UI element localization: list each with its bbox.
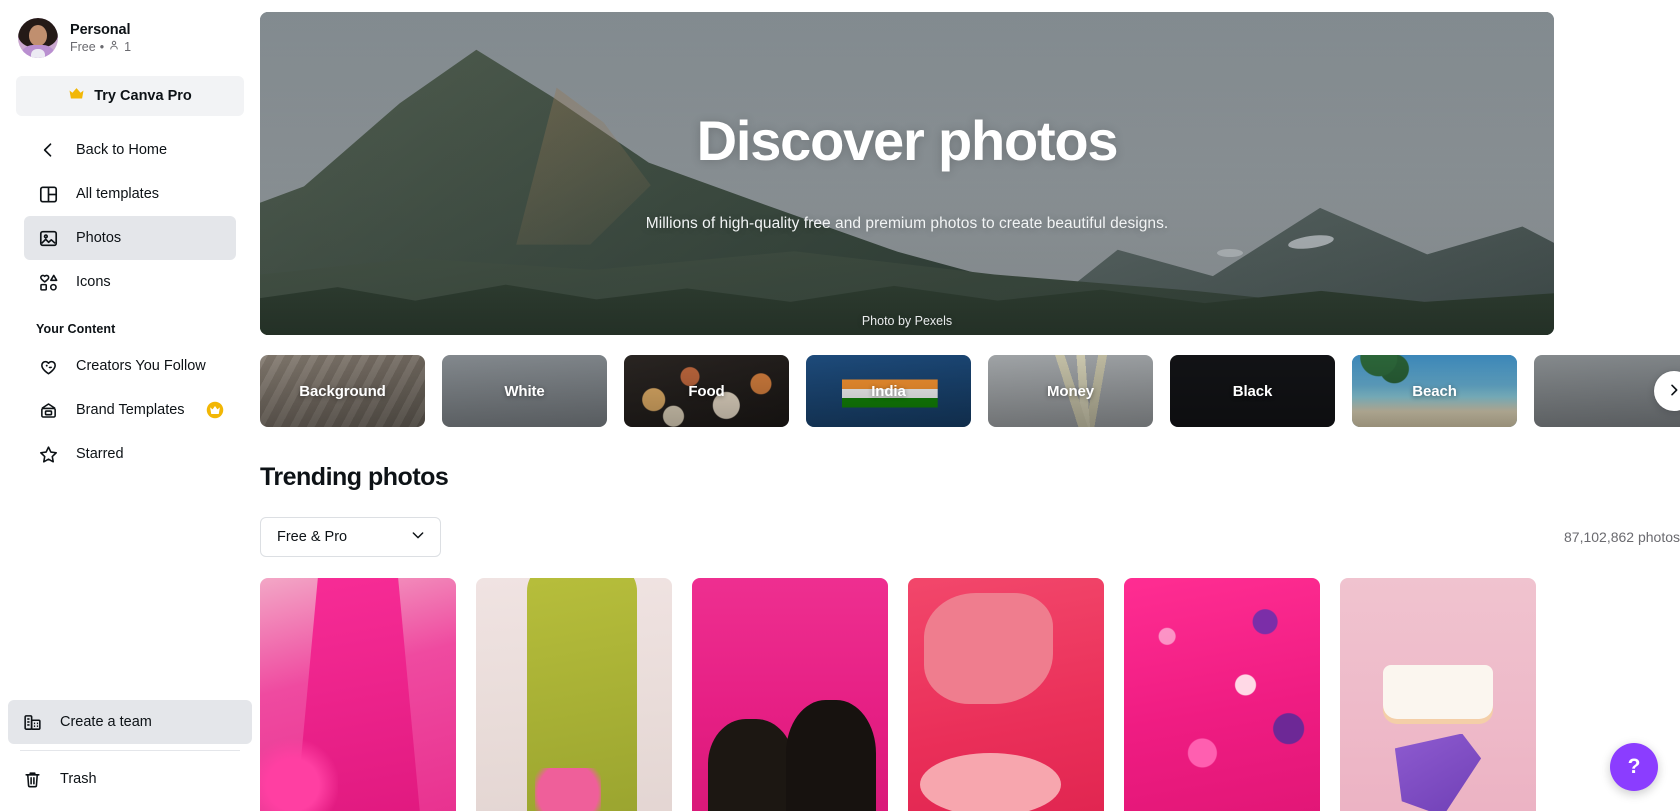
sidebar-item-all-templates[interactable]: All templates [24,172,236,216]
sidebar-label-all-templates: All templates [76,186,160,202]
account-plan: Free [70,39,96,54]
sidebar-label-photos: Photos [76,230,122,246]
hero-subtitle: Millions of high-quality free and premiu… [645,214,1169,232]
category-chips-carousel: Background White Food India Money Black … [260,355,1680,427]
sidebar-item-photos[interactable]: Photos [24,216,236,260]
sidebar-item-creators-you-follow[interactable]: Creators You Follow [24,344,236,388]
trending-photos-heading: Trending photos [260,463,449,491]
sidebar-bottom: Create a team Trash [0,700,260,811]
chip-label: Beach [1412,382,1457,400]
sidebar-label-create-a-team: Create a team [60,714,152,730]
sidebar-label-starred: Starred [76,446,124,462]
photo-thumbnail[interactable] [692,578,888,811]
try-canva-pro-label: Try Canva Pro [94,88,192,104]
heart-star-icon [36,354,60,378]
shapes-icon [36,270,60,294]
photo-icon [36,226,60,250]
sidebar-divider [20,750,240,751]
trash-icon [20,767,44,791]
photo-thumbnail[interactable] [1124,578,1320,811]
member-count: 1 [124,39,132,54]
license-filter-select[interactable]: Free & Pro [260,517,441,557]
account-subtitle: Free • 1 [70,39,131,54]
sidebar-item-icons[interactable]: Icons [24,260,236,304]
photo-thumbnail[interactable] [1340,578,1536,811]
members-icon [108,39,120,54]
category-chip-beach[interactable]: Beach [1352,355,1517,427]
canva-app-window: Personal Free • 1 Try Canva Pro Back to … [0,0,1680,811]
sidebar-label-creators-you-follow: Creators You Follow [76,358,206,374]
sidebar-item-create-a-team[interactable]: Create a team [8,700,252,744]
sidebar-item-brand-templates[interactable]: Brand Templates [24,388,236,432]
chip-label: Food [688,382,725,400]
category-chip-black[interactable]: Black [1170,355,1335,427]
page-title: Discover photos [696,109,1119,172]
photo-thumbnail[interactable] [908,578,1104,811]
category-chip-background[interactable]: Background [260,355,425,427]
try-canva-pro-button[interactable]: Try Canva Pro [16,76,244,116]
chip-label: Money [1046,382,1094,400]
main-content: Discover photos Millions of high-quality… [260,0,1680,811]
photo-thumbnail[interactable] [260,578,456,811]
your-content-heading: Your Content [36,322,116,336]
category-chip-white[interactable]: White [442,355,607,427]
sidebar: Personal Free • 1 Try Canva Pro Back to … [0,0,260,811]
crown-icon [68,87,85,105]
sidebar-label-brand-templates: Brand Templates [76,402,185,418]
hero-banner: Discover photos Millions of high-quality… [260,12,1554,335]
templates-icon [36,182,60,206]
category-chip-food[interactable]: Food [624,355,789,427]
chip-label: India [871,382,906,400]
chip-label: Black [1232,382,1273,400]
brand-icon [36,398,60,422]
photo-count: 87,102,862 photos [1564,529,1680,545]
account-separator: • [99,39,105,54]
sidebar-top: Personal Free • 1 Try Canva Pro Back to … [0,0,260,476]
star-icon [36,442,60,466]
category-chip-money[interactable]: Money [988,355,1153,427]
hero-photo-credit: Photo by Pexels [861,314,953,328]
help-button[interactable]: ? [1610,743,1658,791]
sidebar-item-back-to-home[interactable]: Back to Home [24,128,236,172]
chevron-left-icon [36,138,60,162]
chevron-right-icon [1666,382,1680,401]
content-scroll-area: Discover photos Millions of high-quality… [260,0,1680,811]
sidebar-item-starred[interactable]: Starred [24,432,236,476]
sidebar-label-icons: Icons [76,274,111,290]
avatar [18,18,58,58]
photo-grid [260,578,1680,811]
account-text: Personal Free • 1 [70,22,131,54]
account-switcher[interactable]: Personal Free • 1 [16,14,244,68]
crown-badge-icon [206,401,224,419]
sidebar-label-back-to-home: Back to Home [76,142,168,158]
primary-nav: Back to Home All templates Photos Icons [16,128,244,304]
filter-row: Free & Pro 87,102,862 photos [260,517,1680,557]
team-icon [20,710,44,734]
category-chips-row: Background White Food India Money Black … [260,355,1680,427]
chip-label: White [504,382,545,400]
photo-thumbnail[interactable] [476,578,672,811]
your-content-nav: Creators You Follow Brand Templates Star… [16,344,244,476]
category-chip-india[interactable]: India [806,355,971,427]
account-name: Personal [70,22,131,38]
hero-text-block: Discover photos Millions of high-quality… [260,12,1554,335]
license-filter-value: Free & Pro [277,529,348,545]
chevron-down-icon [410,527,426,547]
chip-label: Background [299,382,386,400]
sidebar-label-trash: Trash [60,771,97,787]
sidebar-item-trash[interactable]: Trash [8,757,252,801]
